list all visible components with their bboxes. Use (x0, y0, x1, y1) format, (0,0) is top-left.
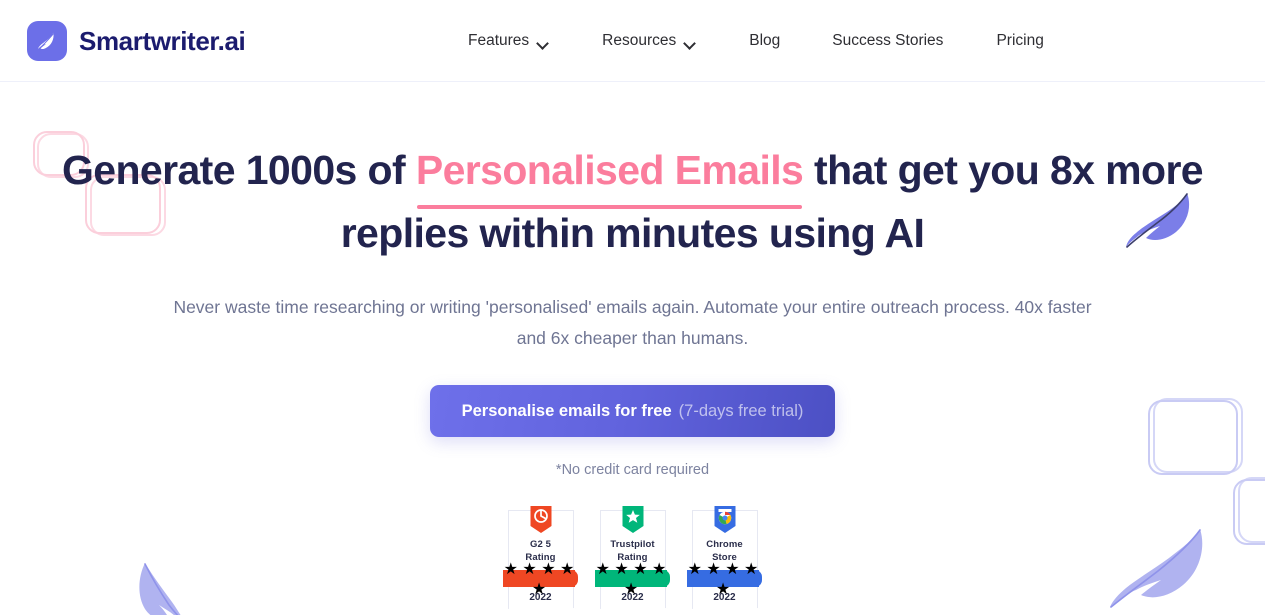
badge-trustpilot[interactable]: Trustpilot Rating ★ ★ ★ ★ ★ 2022 (595, 506, 670, 609)
nav-item-blog[interactable]: Blog (749, 24, 780, 58)
nav-item-pricing[interactable]: Pricing (996, 24, 1043, 58)
g2-icon (530, 506, 551, 533)
badge-title-line-1: G2 5 (530, 539, 551, 550)
badge-title-line-1: Chrome (706, 539, 743, 550)
headline-part-1: Generate 1000s of (61, 147, 416, 193)
nav-item-label: Success Stories (832, 32, 944, 49)
trust-badges: G2 5 Rating ★ ★ ★ ★ ★ 2022 Trustpilot Ra… (0, 506, 1265, 609)
badge-chrome-store[interactable]: Chrome Store ★ ★ ★ ★ ★ 2022 (687, 506, 762, 609)
feather-glyph (37, 32, 54, 50)
nav-item-label: Pricing (996, 32, 1044, 49)
badge-star-rating: ★ ★ ★ ★ ★ (503, 560, 578, 598)
trustpilot-icon (622, 506, 643, 533)
cta-trial-label: (7-days free trial) (678, 402, 804, 420)
nav-item-resources[interactable]: Resources (602, 24, 696, 58)
brand-name: Smartwriter.ai (79, 25, 246, 56)
nav-item-success-stories[interactable]: Success Stories (832, 24, 943, 58)
badge-star-rating: ★ ★ ★ ★ ★ (595, 560, 670, 598)
site-header: Smartwriter.ai Features Resources Blog S… (0, 0, 1265, 82)
nav-item-label: Resources (602, 32, 677, 49)
cta-container: Personalise emails for free (7-days free … (0, 385, 1265, 437)
nav-item-label: Blog (749, 32, 781, 49)
feather-icon (27, 21, 67, 61)
nav-item-label: Features (468, 32, 530, 49)
cta-primary-label: Personalise emails for free (461, 402, 672, 420)
badge-g2[interactable]: G2 5 Rating ★ ★ ★ ★ ★ 2022 (503, 506, 578, 609)
personalise-emails-button[interactable]: Personalise emails for free (7-days free … (429, 385, 836, 437)
no-credit-card-note: *No credit card required (555, 462, 710, 478)
nav-item-features[interactable]: Features (468, 24, 549, 58)
main-navigation: Features Resources Blog Success Stories … (468, 0, 1044, 82)
chrome-store-icon (714, 506, 735, 533)
chevron-down-icon (538, 39, 549, 46)
hero-section: Generate 1000s of Personalised Emails th… (0, 82, 1265, 609)
brand-logo-link[interactable]: Smartwriter.ai (27, 21, 246, 61)
page-title: Generate 1000s of Personalised Emails th… (0, 140, 1265, 263)
badge-star-rating: ★ ★ ★ ★ ★ (687, 560, 762, 598)
headline-accent: Personalised Emails (416, 140, 804, 209)
landing-page: Smartwriter.ai Features Resources Blog S… (0, 0, 1265, 615)
badge-title-line-1: Trustpilot (610, 539, 655, 550)
chevron-down-icon (685, 39, 696, 46)
hero-subheading: Never waste time researching or writing … (173, 297, 1092, 348)
